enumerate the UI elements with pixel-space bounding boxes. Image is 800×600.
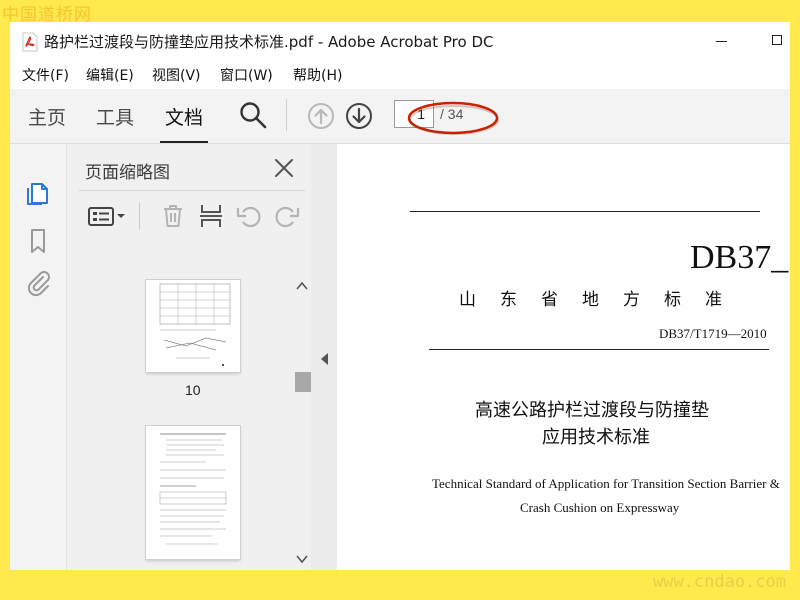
close-icon[interactable] bbox=[273, 157, 295, 179]
panel-collapse-handle[interactable] bbox=[311, 144, 337, 570]
thumbnail-content bbox=[159, 283, 231, 366]
thumbnail-label-10: 10 bbox=[185, 382, 201, 398]
doc-standard-number: DB37/T1719—2010 bbox=[659, 326, 767, 341]
title-bar: 路护栏过渡段与防撞垫应用技术标准.pdf - Adobe Acrobat Pro… bbox=[10, 22, 790, 62]
panel-divider bbox=[79, 190, 305, 191]
maximize-button[interactable] bbox=[764, 30, 790, 52]
thumbnail-toolbar bbox=[79, 192, 309, 240]
doc-rule bbox=[429, 349, 769, 350]
page-thumbnail-11[interactable] bbox=[146, 426, 240, 559]
options-menu-icon[interactable] bbox=[87, 202, 129, 230]
doc-title-cn-line2: 应用技术标准 bbox=[542, 427, 650, 448]
page-thumbnail-10[interactable] bbox=[146, 280, 240, 372]
thumbnail-label-11: 11 bbox=[185, 568, 200, 570]
doc-standard-code: DB37_ bbox=[690, 239, 789, 276]
acrobat-window: 路护栏过渡段与防撞垫应用技术标准.pdf - Adobe Acrobat Pro… bbox=[10, 22, 790, 570]
tool-divider bbox=[139, 202, 140, 230]
doc-subtitle: 山东省地方标准 bbox=[459, 290, 746, 310]
toolbar-divider bbox=[286, 99, 287, 131]
menu-bar: 文件(F) 编辑(E) 视图(V) 窗口(W) 帮助(H) bbox=[10, 62, 790, 88]
pdf-file-icon bbox=[22, 32, 38, 52]
scroll-down-arrow-icon[interactable] bbox=[296, 554, 308, 564]
menu-view[interactable]: 视图(V) bbox=[152, 65, 201, 85]
page-thumbnails-panel: 页面缩略图 10 bbox=[67, 144, 312, 570]
left-tool-rail bbox=[10, 144, 67, 570]
document-view[interactable]: DB37_ 山东省地方标准 DB37/T1719—2010 高速公路护栏过渡段与… bbox=[337, 144, 790, 570]
doc-title-cn-line1: 高速公路护栏过渡段与防撞垫 bbox=[475, 400, 709, 421]
thumbnail-content bbox=[159, 433, 227, 545]
scroll-up-arrow-icon[interactable] bbox=[296, 281, 308, 291]
scrollbar-thumb[interactable] bbox=[295, 372, 311, 392]
search-icon[interactable] bbox=[238, 100, 268, 130]
doc-top-rule bbox=[410, 211, 760, 212]
main-toolbar: 主页 工具 文档 / 34 bbox=[10, 89, 790, 144]
tab-home[interactable]: 主页 bbox=[28, 103, 66, 130]
menu-edit[interactable]: 编辑(E) bbox=[86, 65, 134, 85]
watermark-bottom: www.cndao.com bbox=[652, 572, 786, 592]
previous-page-icon[interactable] bbox=[307, 102, 335, 130]
delete-icon[interactable] bbox=[159, 202, 187, 230]
thumbnail-scrollbar[interactable] bbox=[293, 280, 311, 570]
active-tab-indicator bbox=[160, 141, 208, 143]
red-annotation-ellipse bbox=[407, 101, 499, 135]
tab-document[interactable]: 文档 bbox=[165, 103, 203, 130]
window-title: 路护栏过渡段与防撞垫应用技术标准.pdf - Adobe Acrobat Pro… bbox=[44, 33, 494, 51]
doc-title-en-line2: Crash Cushion on Expressway bbox=[520, 500, 680, 515]
page-thumbnails-icon[interactable] bbox=[24, 178, 52, 208]
next-page-icon[interactable] bbox=[345, 102, 373, 130]
menu-window[interactable]: 窗口(W) bbox=[220, 65, 273, 85]
menu-file[interactable]: 文件(F) bbox=[22, 65, 69, 85]
bookmark-icon[interactable] bbox=[24, 226, 52, 256]
doc-title-en-line1: Technical Standard of Application for Tr… bbox=[432, 476, 780, 491]
menu-help[interactable]: 帮助(H) bbox=[293, 65, 342, 85]
rotate-right-icon[interactable] bbox=[273, 202, 301, 230]
collapse-arrow-icon bbox=[321, 353, 328, 365]
minimize-button[interactable] bbox=[710, 30, 734, 52]
panel-title: 页面缩略图 bbox=[85, 163, 170, 183]
insert-page-icon[interactable] bbox=[197, 202, 225, 230]
attachment-icon[interactable] bbox=[24, 268, 52, 298]
rotate-left-icon[interactable] bbox=[235, 202, 263, 230]
tab-tools[interactable]: 工具 bbox=[96, 103, 134, 130]
